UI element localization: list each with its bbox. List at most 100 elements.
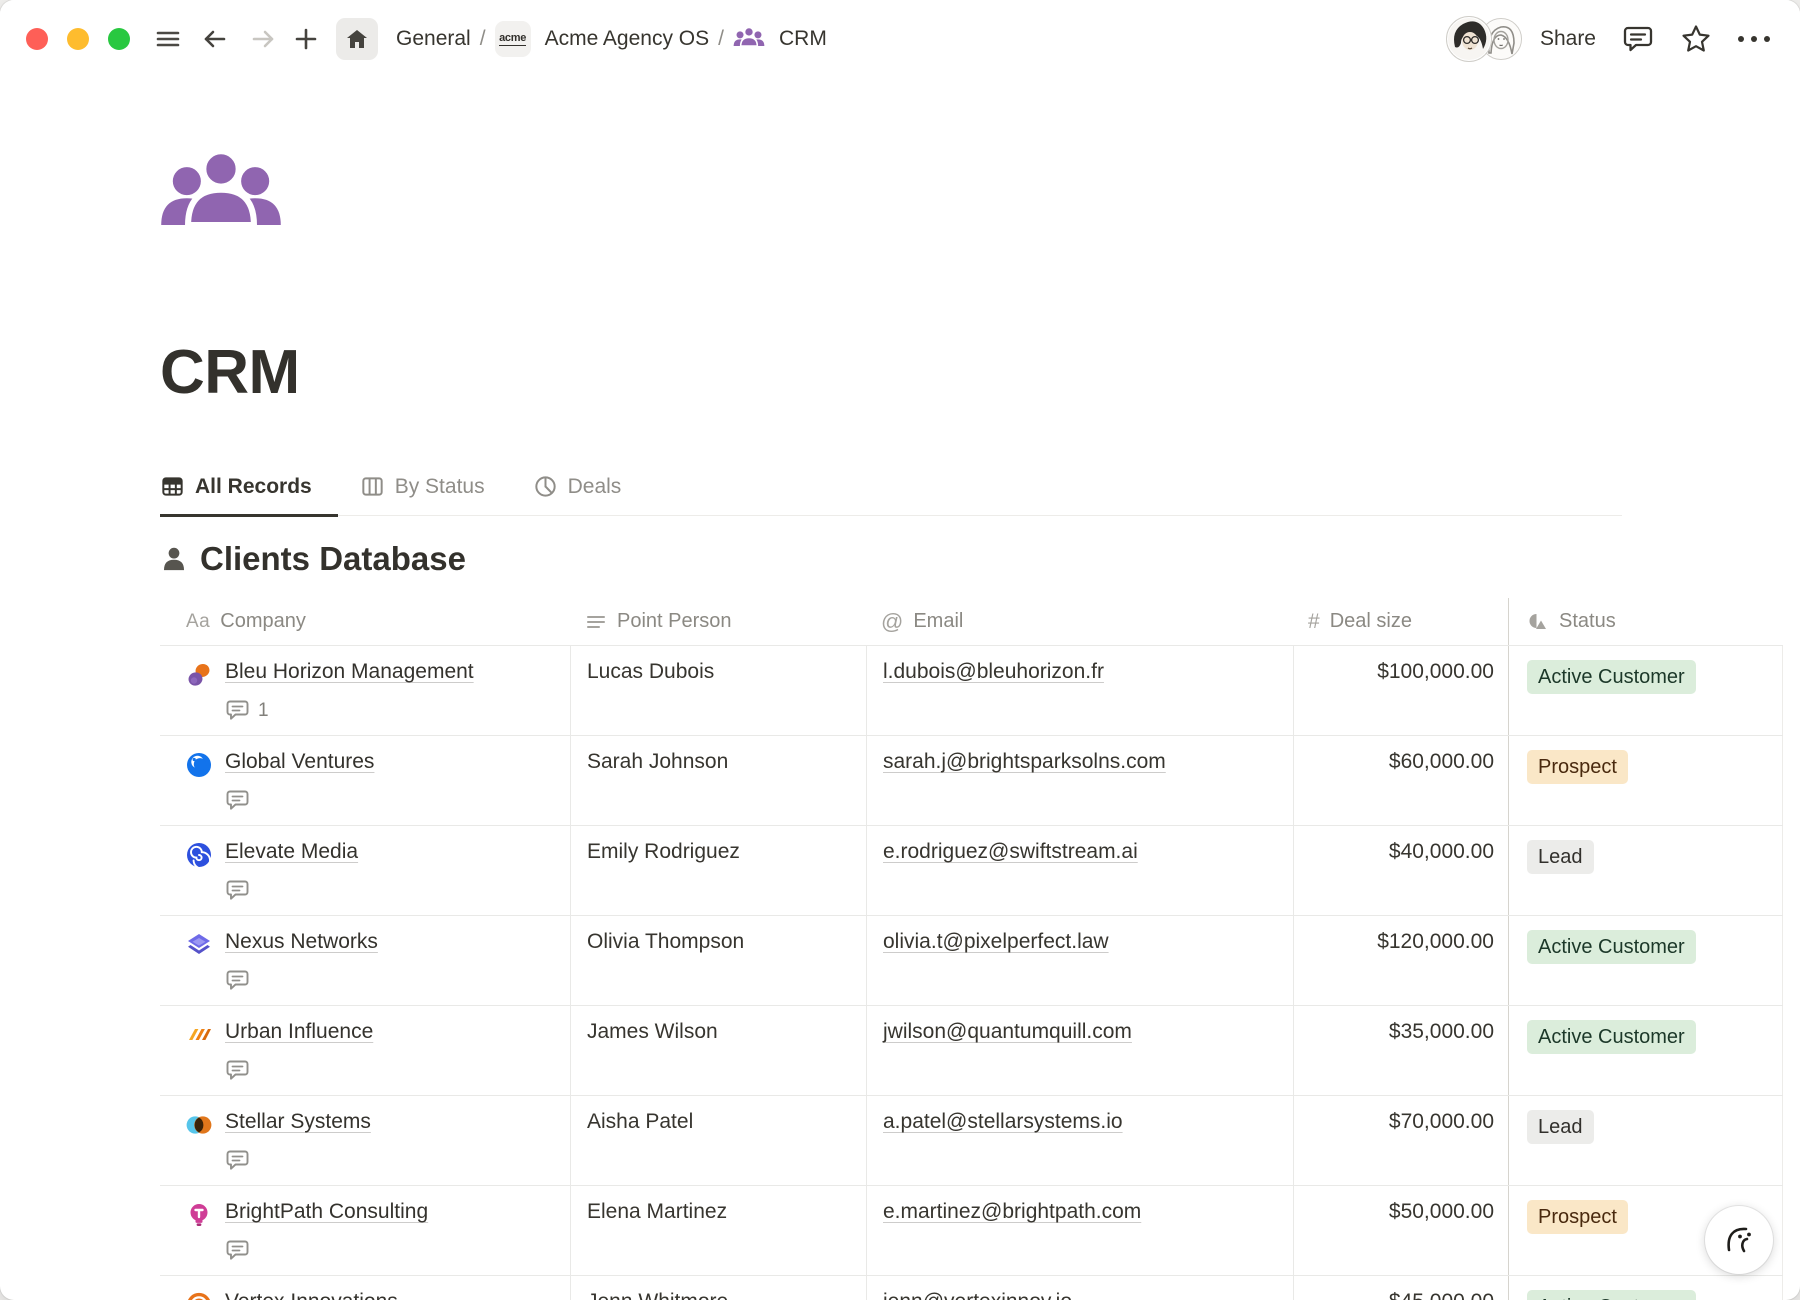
point-person-cell[interactable]: Olivia Thompson [571, 916, 867, 1005]
table-row[interactable]: Nexus Networks Olivia Thompson olivia.t@… [160, 916, 1783, 1006]
email-cell[interactable]: e.rodriguez@swiftstream.ai [867, 826, 1294, 915]
status-cell[interactable]: Active Customer [1508, 916, 1783, 1005]
more-options-icon[interactable] [1738, 36, 1770, 42]
comment-count-value: 1 [258, 700, 269, 722]
company-cell[interactable]: BrightPath Consulting [160, 1186, 571, 1275]
comment-bubble-icon [225, 968, 250, 993]
breadcrumb-separator: / [480, 27, 486, 51]
comment-count[interactable]: 1 [225, 698, 474, 723]
table-row[interactable]: Stellar Systems Aisha Patel a.patel@stel… [160, 1096, 1783, 1186]
company-cell[interactable]: Elevate Media [160, 826, 571, 915]
deal-size-cell[interactable]: $60,000.00 [1294, 736, 1508, 825]
column-header-point-person[interactable]: Point Person [571, 598, 867, 645]
point-person-cell[interactable]: Lucas Dubois [571, 646, 867, 735]
forward-arrow-icon[interactable] [248, 24, 278, 54]
email-cell[interactable]: olivia.t@pixelperfect.law [867, 916, 1294, 1005]
comments-icon[interactable] [1622, 23, 1654, 55]
company-name-link[interactable]: Nexus Networks [225, 930, 378, 953]
share-button[interactable]: Share [1540, 27, 1596, 51]
sidebar-menu-icon[interactable] [154, 25, 182, 53]
point-person-cell[interactable]: James Wilson [571, 1006, 867, 1095]
company-name-link[interactable]: Global Ventures [225, 750, 374, 773]
column-header-email[interactable]: @ Email [867, 598, 1294, 645]
new-tab-icon[interactable] [292, 25, 320, 53]
company-name-link[interactable]: Urban Influence [225, 1020, 373, 1043]
point-person-cell[interactable]: Aisha Patel [571, 1096, 867, 1185]
deal-size-cell[interactable]: $50,000.00 [1294, 1186, 1508, 1275]
column-header-company[interactable]: Aa Company [160, 598, 571, 645]
deal-size-cell[interactable]: $70,000.00 [1294, 1096, 1508, 1185]
deal-size-cell[interactable]: $35,000.00 [1294, 1006, 1508, 1095]
deal-size-cell[interactable]: $40,000.00 [1294, 826, 1508, 915]
table-row[interactable]: Global Ventures Sarah Johnson sarah.j@br… [160, 736, 1783, 826]
minimize-window-button[interactable] [67, 28, 89, 50]
company-cell[interactable]: Urban Influence [160, 1006, 571, 1095]
company-logo-icon [186, 932, 212, 958]
home-icon[interactable] [336, 18, 378, 60]
table-row[interactable]: Bleu Horizon Management 1 Lucas Dubois l… [160, 646, 1783, 736]
avatar[interactable] [1446, 16, 1492, 62]
email-link: jwilson@quantumquill.com [883, 1020, 1132, 1043]
table-row[interactable]: BrightPath Consulting Elena Martinez e.m… [160, 1186, 1783, 1276]
email-cell[interactable]: jwilson@quantumquill.com [867, 1006, 1294, 1095]
tab-all-records[interactable]: All Records [160, 466, 338, 517]
point-person-cell[interactable]: Sarah Johnson [571, 736, 867, 825]
table-row[interactable]: Elevate Media Emily Rodriguez e.rodrigue… [160, 826, 1783, 916]
company-name-link[interactable]: Elevate Media [225, 840, 358, 863]
notion-ai-button[interactable] [1705, 1206, 1773, 1274]
zoom-window-button[interactable] [108, 28, 130, 50]
status-cell[interactable]: Active Customer [1508, 1006, 1783, 1095]
email-cell[interactable]: e.martinez@brightpath.com [867, 1186, 1294, 1275]
tab-by-status[interactable]: By Status [360, 466, 511, 517]
company-cell[interactable]: Stellar Systems [160, 1096, 571, 1185]
table-row[interactable]: Vertex Innovations Jenn Whitmore jenn@ve… [160, 1276, 1783, 1300]
comment-bubble-icon [225, 698, 250, 723]
company-cell[interactable]: Bleu Horizon Management 1 [160, 646, 571, 735]
status-cell[interactable]: Active Customer [1508, 1276, 1783, 1300]
email-cell[interactable]: sarah.j@brightsparksolns.com [867, 736, 1294, 825]
email-link: jenn@vertexinnov.io [883, 1290, 1072, 1300]
breadcrumb-page[interactable]: CRM [773, 23, 833, 55]
point-person-cell[interactable]: Jenn Whitmore [571, 1276, 867, 1300]
column-header-deal-size[interactable]: # Deal size [1294, 598, 1508, 645]
company-cell[interactable]: Nexus Networks [160, 916, 571, 1005]
breadcrumb-workspace[interactable]: Acme Agency OS [539, 23, 716, 55]
deal-size-cell[interactable]: $100,000.00 [1294, 646, 1508, 735]
breadcrumb-general[interactable]: General [390, 23, 477, 55]
point-person-cell[interactable]: Emily Rodriguez [571, 826, 867, 915]
database-heading: Clients Database [160, 540, 1800, 578]
comment-count[interactable] [225, 1148, 371, 1173]
company-name-link[interactable]: Stellar Systems [225, 1110, 371, 1133]
deal-size-cell[interactable]: $45,000.00 [1294, 1276, 1508, 1300]
comment-count[interactable] [225, 968, 378, 993]
email-cell[interactable]: l.dubois@bleuhorizon.fr [867, 646, 1294, 735]
comment-count[interactable] [225, 878, 358, 903]
company-cell[interactable]: Global Ventures [160, 736, 571, 825]
email-cell[interactable]: a.patel@stellarsystems.io [867, 1096, 1294, 1185]
company-name-link[interactable]: Vertex Innovations [225, 1290, 398, 1300]
favorite-star-icon[interactable] [1680, 23, 1712, 55]
company-name-link[interactable]: BrightPath Consulting [225, 1200, 428, 1223]
table-row[interactable]: Urban Influence James Wilson jwilson@qua… [160, 1006, 1783, 1096]
status-cell[interactable]: Prospect [1508, 736, 1783, 825]
company-name-link[interactable]: Bleu Horizon Management [225, 660, 474, 683]
comment-count[interactable] [225, 1238, 428, 1263]
person-icon [160, 545, 188, 573]
status-cell[interactable]: Active Customer [1508, 646, 1783, 735]
status-cell[interactable]: Lead [1508, 1096, 1783, 1185]
point-person-cell[interactable]: Elena Martinez [571, 1186, 867, 1275]
company-cell[interactable]: Vertex Innovations [160, 1276, 571, 1300]
status-cell[interactable]: Lead [1508, 826, 1783, 915]
deal-size-cell[interactable]: $120,000.00 [1294, 916, 1508, 1005]
back-arrow-icon[interactable] [200, 24, 230, 54]
page-icon-people[interactable] [160, 148, 282, 251]
comment-count[interactable] [225, 788, 374, 813]
view-tabs: All Records By Status Deals [160, 466, 1622, 516]
email-cell[interactable]: jenn@vertexinnov.io [867, 1276, 1294, 1300]
comment-count[interactable] [225, 1058, 373, 1083]
status-badge: Prospect [1527, 1200, 1628, 1234]
close-window-button[interactable] [26, 28, 48, 50]
tab-deals[interactable]: Deals [533, 466, 648, 517]
company-logo-icon [186, 752, 212, 778]
column-header-status[interactable]: Status [1508, 598, 1783, 645]
